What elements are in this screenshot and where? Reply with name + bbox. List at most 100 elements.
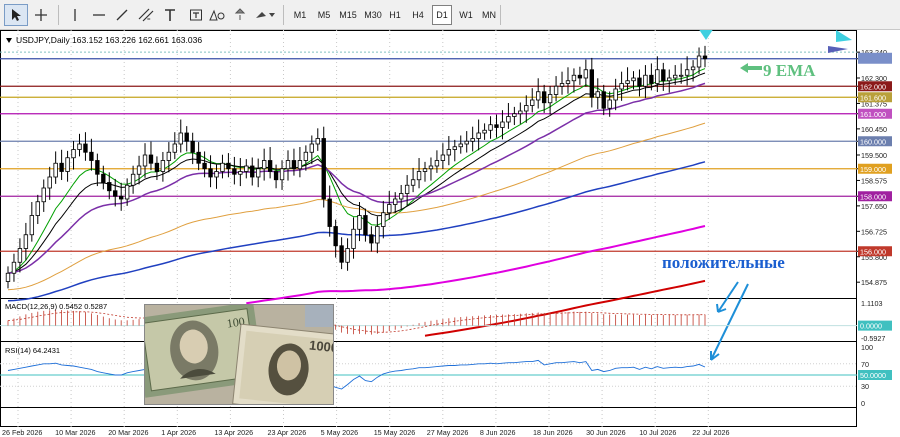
timeframe-h4[interactable]: H4 [408,5,428,25]
bearish-candle [291,160,297,170]
hline-icon[interactable] [87,4,111,26]
bearish-candle [363,215,368,236]
bullish-candle [47,176,52,189]
x-axis-label: 8 Jun 2026 [480,428,516,437]
x-axis-label: 18 Jun 2026 [533,428,573,437]
bullish-candle [446,149,452,156]
bearish-candle [494,124,499,128]
bullish-candle [512,113,517,117]
text-icon[interactable] [158,4,182,26]
timeframe-d1[interactable]: D1 [432,5,452,25]
bearish-candle [369,234,374,244]
timeframe-h1[interactable]: H1 [385,5,405,25]
bearish-candle [89,151,94,161]
bullish-candle [77,143,82,150]
macd-tick-label: -0.5927 [861,334,885,343]
bearish-candle [661,69,666,82]
bullish-candle [303,151,309,161]
timeframe-m15[interactable]: M15 [336,5,360,25]
cursor-icon[interactable] [4,4,28,26]
x-axis-label: 23 Apr 2026 [268,428,307,437]
x-axis-label: 26 Feb 2026 [2,428,42,437]
bearish-candle [541,91,547,104]
bullish-candle [536,91,541,101]
bullish-candle [238,171,243,175]
bullish-candle [393,198,398,205]
y-tick-label: 159.500 [861,151,887,160]
price-chart[interactable]: 26 Feb 2026 10 Mar 2026 20 Mar 2026 1 Apr 2… [0,30,900,437]
arrow-tool-icon[interactable] [228,4,252,26]
y-tick-label: 156.725 [861,227,887,236]
bullish-candle [375,226,380,244]
shapes-icon[interactable] [205,4,229,26]
bearish-candle [273,171,279,181]
bearish-candle [184,132,189,142]
bullish-candle [696,55,702,68]
toolbar-separator [500,5,501,25]
level-price-label: 161.000 [860,110,886,119]
bearish-candle [577,74,583,79]
bullish-candle [452,146,457,150]
timeframe-mn[interactable]: MN [479,5,499,25]
bearish-candle [208,168,213,178]
bullish-candle [684,69,690,76]
bullish-candle [65,157,70,172]
bullish-candle [398,193,404,200]
x-axis-label: 22 Jul 2026 [692,428,729,437]
bullish-candle [690,66,696,71]
bullish-candle [559,83,565,87]
bearish-candle [148,154,154,164]
x-axis-label: 13 Apr 2026 [214,428,253,437]
x-axis-label: 30 Jun 2026 [586,428,626,437]
bearish-candle [113,190,118,197]
bullish-candle [678,74,684,77]
channel-icon[interactable]: = [134,4,158,26]
bullish-candle [464,140,469,145]
bullish-candle [476,132,481,139]
timeframe-m30[interactable]: M30 [362,5,384,25]
bullish-candle [5,272,11,282]
bullish-candle [524,105,529,112]
timeframe-w1[interactable]: W1 [456,5,476,25]
bearish-candle [226,162,231,170]
bullish-candle [607,99,612,109]
bullish-candle [17,248,23,263]
bullish-candle [256,168,261,178]
bearish-candle [702,55,708,60]
rsi-tick-label: 50.0000 [860,371,886,380]
bullish-candle [11,261,17,274]
crosshair-icon[interactable] [29,4,53,26]
bullish-candle [41,187,46,203]
bearish-candle [649,74,654,84]
x-axis-label: 1 Apr 2026 [161,428,196,437]
bullish-candle [279,168,285,181]
bullish-candle [404,184,410,194]
bullish-candle [410,179,416,186]
bearish-candle [101,173,106,183]
bearish-candle [83,143,88,153]
x-axis-label: 10 Jul 2026 [639,428,676,437]
macd-tick-label: 0.0000 [860,322,882,331]
macd-header: MACD(12,26,9) 0.5452 0.5287 [5,302,107,311]
bullish-candle [297,160,303,170]
bearish-candle [107,182,112,192]
bullish-candle [470,138,475,142]
x-axis-label: 5 May 2026 [321,428,359,437]
bearish-candle [95,160,100,175]
x-axis-label: 15 May 2026 [374,428,416,437]
bullish-candle [71,149,76,159]
bullish-candle [261,160,267,170]
vline-icon[interactable] [63,4,87,26]
bullish-candle [178,132,183,145]
tools-more-icon[interactable] [251,4,279,26]
bullish-candle [172,143,177,153]
bullish-candle [428,165,434,170]
timeframe-m5[interactable]: M5 [314,5,334,25]
level-price-label: 159.000 [860,165,886,174]
bullish-candle [625,80,630,84]
bullish-candle [643,74,648,87]
bearish-candle [321,138,326,200]
trendline-icon[interactable] [110,4,134,26]
toolbar-separator [283,5,284,25]
timeframe-m1[interactable]: M1 [290,5,310,25]
